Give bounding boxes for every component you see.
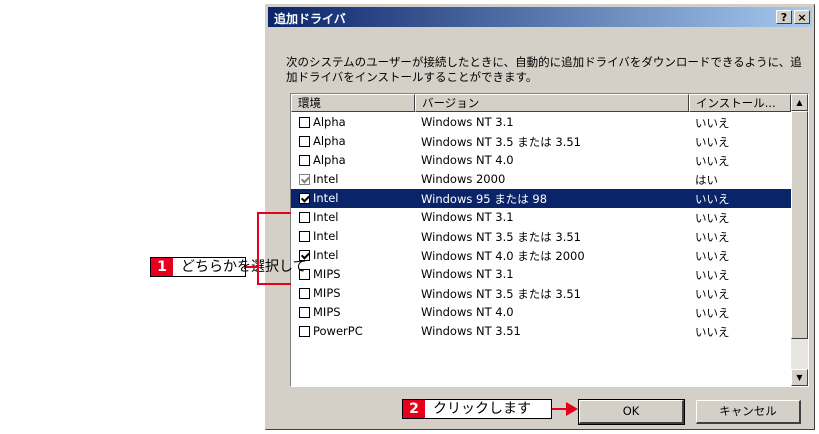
row-checkbox[interactable]: [299, 117, 310, 128]
row-checkbox[interactable]: [299, 231, 310, 242]
installed-cell: いいえ: [695, 211, 730, 225]
installed-cell: いいえ: [695, 287, 730, 301]
environment-label: PowerPC: [313, 324, 363, 338]
table-row[interactable]: Intel Windows NT 3.1 いいえ: [291, 208, 791, 227]
environment-cell: Intel: [299, 191, 338, 205]
environment-label: Intel: [313, 210, 339, 224]
list-header: 環境 バージョン インストール...: [291, 94, 791, 112]
environment-cell: Intel: [299, 210, 338, 224]
cancel-button[interactable]: キャンセル: [696, 400, 801, 424]
callout-step-1: 1 どちらかを選択して: [150, 257, 307, 277]
installed-cell: いいえ: [695, 325, 730, 339]
table-row[interactable]: Intel Windows 95 または 98 いいえ: [291, 189, 791, 208]
column-header-version[interactable]: バージョン: [415, 94, 689, 112]
help-button[interactable]: ?: [776, 10, 792, 24]
table-row[interactable]: Intel Windows 2000 はい: [291, 170, 791, 189]
scroll-up-button[interactable]: ▲: [791, 94, 808, 111]
step-2-badge: 2: [403, 400, 425, 418]
version-cell: Windows NT 4.0: [421, 305, 514, 319]
table-row[interactable]: MIPS Windows NT 3.1 いいえ: [291, 265, 791, 284]
environment-label: MIPS: [313, 305, 341, 319]
table-row[interactable]: Alpha Windows NT 3.1 いいえ: [291, 113, 791, 132]
version-cell: Windows NT 4.0: [421, 153, 514, 167]
version-cell: Windows NT 3.5 または 3.51: [421, 230, 581, 244]
scroll-down-button[interactable]: ▼: [791, 369, 808, 386]
version-cell: Windows 95 または 98: [421, 192, 548, 206]
step-2-text: クリックします: [433, 401, 531, 417]
table-row[interactable]: Alpha Windows NT 4.0 いいえ: [291, 151, 791, 170]
installed-cell: はい: [695, 173, 718, 187]
callout-1-arrow-bottom: [257, 283, 291, 285]
dialog-description: 次のシステムのユーザーが接続したときに、自動的に追加ドライバをダウンロードできる…: [286, 55, 802, 84]
ok-button[interactable]: OK: [578, 399, 685, 425]
version-cell: Windows NT 3.1: [421, 115, 514, 129]
dialog-title: 追加ドライバ: [274, 12, 346, 26]
environment-cell: PowerPC: [299, 324, 363, 338]
installed-cell: いいえ: [695, 135, 730, 149]
environment-label: Intel: [313, 248, 339, 262]
installed-cell: いいえ: [695, 192, 730, 206]
table-row[interactable]: PowerPC Windows NT 3.51 いいえ: [291, 322, 791, 341]
version-cell: Windows NT 3.1: [421, 267, 514, 281]
environment-label: MIPS: [313, 267, 341, 281]
version-cell: Windows NT 3.51: [421, 324, 521, 338]
environment-cell: Intel: [299, 229, 338, 243]
environment-label: MIPS: [313, 286, 341, 300]
environment-label: Alpha: [313, 153, 346, 167]
row-checkbox[interactable]: [299, 193, 310, 204]
environment-cell: Alpha: [299, 153, 346, 167]
table-row[interactable]: Alpha Windows NT 3.5 または 3.51 いいえ: [291, 132, 791, 151]
table-row[interactable]: Intel Windows NT 4.0 または 2000 いいえ: [291, 246, 791, 265]
environment-label: Alpha: [313, 134, 346, 148]
installed-cell: いいえ: [695, 268, 730, 282]
environment-cell: Alpha: [299, 115, 346, 129]
step-1-text: どちらかを選択して: [181, 259, 307, 275]
row-checkbox[interactable]: [299, 307, 310, 318]
row-checkbox: [299, 174, 310, 185]
environment-label: Alpha: [313, 115, 346, 129]
vertical-scrollbar[interactable]: ▲ ▼: [791, 94, 808, 386]
environment-label: Intel: [313, 191, 339, 205]
table-row[interactable]: MIPS Windows NT 4.0 いいえ: [291, 303, 791, 322]
table-row[interactable]: Intel Windows NT 3.5 または 3.51 いいえ: [291, 227, 791, 246]
version-cell: Windows NT 4.0 または 2000: [421, 249, 585, 263]
close-button[interactable]: ×: [794, 10, 810, 24]
row-checkbox[interactable]: [299, 326, 310, 337]
version-cell: Windows NT 3.1: [421, 210, 514, 224]
environment-label: Intel: [313, 172, 339, 186]
installed-cell: いいえ: [695, 116, 730, 130]
environment-cell: Alpha: [299, 134, 346, 148]
add-driver-dialog: 追加ドライバ ? × 次のシステムのユーザーが接続したときに、自動的に追加ドライ…: [265, 4, 815, 430]
callout-step-2: 2 クリックします: [402, 399, 552, 419]
list-rows: Alpha Windows NT 3.1 いいえ Alpha Windows NT 3.…: [291, 113, 791, 341]
installed-cell: いいえ: [695, 230, 730, 244]
row-checkbox[interactable]: [299, 136, 310, 147]
row-checkbox[interactable]: [299, 155, 310, 166]
callout-1-bracket: [257, 212, 259, 285]
row-checkbox[interactable]: [299, 288, 310, 299]
installed-cell: いいえ: [695, 306, 730, 320]
environment-cell: MIPS: [299, 305, 341, 319]
title-bar[interactable]: 追加ドライバ ? ×: [268, 7, 812, 27]
step-1-badge: 1: [151, 258, 173, 276]
table-row[interactable]: MIPS Windows NT 3.5 または 3.51 いいえ: [291, 284, 791, 303]
environment-label: Intel: [313, 229, 339, 243]
version-cell: Windows 2000: [421, 172, 506, 186]
row-checkbox[interactable]: [299, 212, 310, 223]
callout-1-arrow-top: [257, 212, 291, 214]
version-cell: Windows NT 3.5 または 3.51: [421, 287, 581, 301]
column-header-installed[interactable]: インストール...: [689, 94, 791, 112]
version-cell: Windows NT 3.5 または 3.51: [421, 135, 581, 149]
driver-list[interactable]: 環境 バージョン インストール... Alpha Windows NT 3.1 いい…: [290, 93, 809, 387]
environment-cell: MIPS: [299, 286, 341, 300]
installed-cell: いいえ: [695, 154, 730, 168]
installed-cell: いいえ: [695, 249, 730, 263]
scroll-thumb[interactable]: [791, 111, 808, 339]
column-header-environment[interactable]: 環境: [291, 94, 415, 112]
arrow-right-icon: [566, 402, 578, 416]
environment-cell: Intel: [299, 172, 338, 186]
